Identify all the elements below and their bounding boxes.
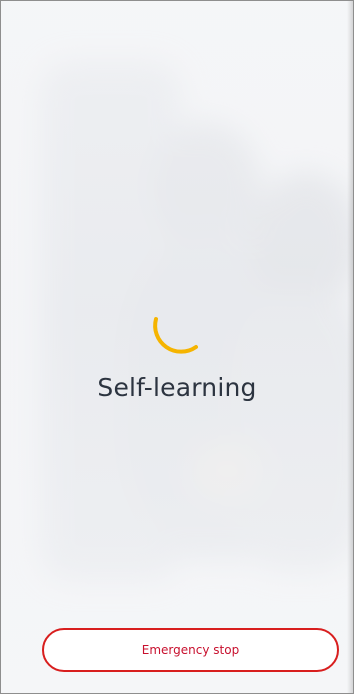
emergency-stop-button[interactable]: Emergency stop (42, 628, 339, 672)
status-label: Self-learning (97, 373, 257, 402)
loading-spinner-icon (153, 317, 198, 354)
emergency-stop-label: Emergency stop (141, 643, 240, 657)
app-screen: Self-learning Emergency stop (0, 0, 354, 694)
